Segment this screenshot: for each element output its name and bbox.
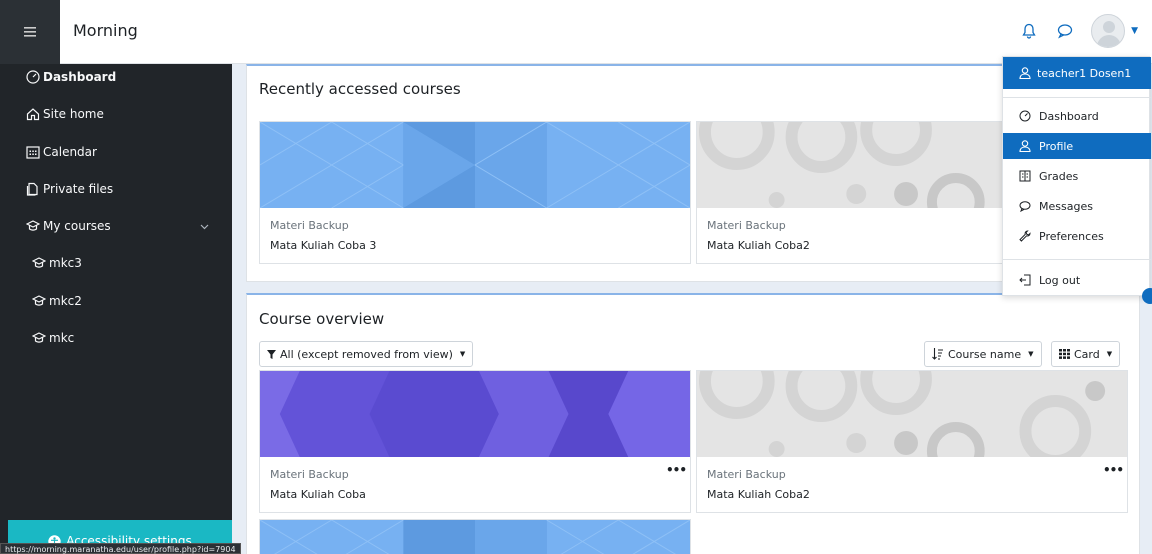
user-menu-header[interactable]: teacher1 Dosen1 bbox=[1003, 57, 1151, 89]
user-icon bbox=[1019, 140, 1031, 152]
user-name: teacher1 Dosen1 bbox=[1037, 66, 1132, 80]
logout-icon bbox=[1019, 274, 1031, 286]
course-card[interactable]: Materi Backup Mata Kuliah Coba ••• bbox=[259, 370, 691, 513]
hamburger-icon bbox=[24, 27, 36, 37]
sort-label: Course name bbox=[948, 347, 1022, 361]
wrench-icon bbox=[1019, 230, 1031, 242]
chevron-down-icon: ▼ bbox=[459, 350, 466, 358]
sidebar-item-dashboard[interactable]: Dashboard bbox=[26, 65, 116, 89]
bell-icon bbox=[1022, 23, 1036, 39]
top-navbar: Morning ▼ bbox=[0, 0, 1152, 64]
course-name-link[interactable]: Mata Kuliah Coba 3 bbox=[270, 239, 376, 252]
sidebar-item-calendar[interactable]: Calendar bbox=[26, 140, 97, 164]
more-options-icon[interactable]: ••• bbox=[1103, 463, 1124, 477]
menu-item-dashboard[interactable]: Dashboard bbox=[1003, 103, 1151, 129]
chevron-down-icon[interactable] bbox=[200, 224, 209, 230]
sort-dropdown[interactable]: Course name ▼ bbox=[924, 341, 1042, 367]
course-image bbox=[697, 371, 1127, 457]
course-name-link[interactable]: Mata Kuliah Coba2 bbox=[707, 239, 810, 252]
user-menu-dropdown: teacher1 Dosen1 Dashboard Profile Grades… bbox=[1002, 56, 1151, 296]
messages-button[interactable] bbox=[1055, 21, 1075, 41]
avatar-head bbox=[1103, 21, 1116, 33]
home-icon bbox=[26, 108, 40, 121]
graduation-cap-icon bbox=[32, 257, 46, 268]
course-category: Materi Backup bbox=[707, 219, 786, 232]
view-mode-label: Card bbox=[1074, 347, 1100, 361]
filter-icon bbox=[267, 349, 276, 359]
sidebar-item-mkc3[interactable]: mkc3 bbox=[32, 251, 82, 275]
menu-item-label: Profile bbox=[1039, 139, 1074, 153]
course-card[interactable]: Materi Backup Mata Kuliah Coba 3 bbox=[259, 121, 691, 264]
sort-icon bbox=[932, 348, 943, 360]
sidebar-item-mkc[interactable]: mkc bbox=[32, 326, 74, 350]
scroll-handle[interactable] bbox=[1142, 288, 1152, 304]
chevron-down-icon: ▼ bbox=[1028, 350, 1034, 358]
notifications-button[interactable] bbox=[1019, 21, 1039, 41]
course-image bbox=[260, 520, 690, 554]
course-card[interactable]: Materi Backup Mata Kuliah Coba2 ••• bbox=[696, 370, 1128, 513]
filter-label: All (except removed from view) bbox=[280, 347, 453, 361]
sidebar-item-label: Calendar bbox=[43, 145, 97, 159]
course-category: Materi Backup bbox=[270, 219, 349, 232]
sidebar-item-label: mkc bbox=[49, 331, 75, 345]
course-category: Materi Backup bbox=[707, 468, 786, 481]
course-image bbox=[260, 122, 690, 208]
avatar-body bbox=[1097, 35, 1122, 47]
status-bar-url: https://morning.maranatha.edu/user/profi… bbox=[0, 543, 241, 554]
gauge-icon bbox=[26, 70, 40, 84]
menu-item-grades[interactable]: Grades bbox=[1003, 163, 1151, 189]
sidebar-item-private-files[interactable]: Private files bbox=[26, 177, 113, 201]
sidebar-item-label: mkc2 bbox=[49, 294, 82, 308]
sidebar: Dashboard Site home Calendar Private fil… bbox=[0, 64, 232, 554]
chevron-down-icon[interactable]: ▼ bbox=[1131, 26, 1138, 36]
divider bbox=[1003, 259, 1151, 260]
chevron-down-icon: ▼ bbox=[1106, 350, 1113, 358]
menu-item-logout[interactable]: Log out bbox=[1003, 267, 1151, 293]
course-overview-title: Course overview bbox=[259, 310, 385, 328]
graduation-cap-icon bbox=[32, 295, 46, 306]
recent-courses-title: Recently accessed courses bbox=[259, 80, 461, 98]
more-options-icon[interactable]: ••• bbox=[666, 463, 687, 477]
sidebar-item-label: My courses bbox=[43, 219, 111, 233]
course-image bbox=[260, 371, 690, 457]
sidebar-item-site-home[interactable]: Site home bbox=[26, 102, 104, 126]
site-title[interactable]: Morning bbox=[73, 21, 138, 40]
sidebar-item-label: mkc3 bbox=[49, 256, 82, 270]
sidebar-item-label: Site home bbox=[43, 107, 104, 121]
chat-bubble-icon bbox=[1019, 201, 1031, 212]
user-icon bbox=[1019, 67, 1031, 79]
grouping-filter-dropdown[interactable]: All (except removed from view) ▼ bbox=[259, 341, 474, 367]
sidebar-item-label: Dashboard bbox=[43, 70, 117, 84]
calendar-icon bbox=[26, 146, 40, 159]
menu-item-profile[interactable]: Profile bbox=[1003, 133, 1151, 159]
gauge-icon bbox=[1019, 110, 1031, 122]
grid-icon bbox=[1059, 349, 1070, 359]
menu-item-label: Preferences bbox=[1039, 229, 1104, 243]
menu-item-label: Log out bbox=[1039, 273, 1081, 287]
graduation-cap-icon bbox=[26, 220, 40, 231]
sidebar-item-my-courses[interactable]: My courses bbox=[26, 214, 111, 238]
divider bbox=[1003, 97, 1151, 98]
menu-toggle-button[interactable] bbox=[0, 0, 60, 64]
files-icon bbox=[26, 182, 38, 196]
view-mode-dropdown[interactable]: Card ▼ bbox=[1051, 341, 1121, 367]
menu-item-label: Grades bbox=[1039, 169, 1079, 183]
course-overview-block: Course overview All (except removed from… bbox=[246, 293, 1140, 554]
course-name-link[interactable]: Mata Kuliah Coba2 bbox=[707, 488, 810, 501]
sidebar-item-label: Private files bbox=[43, 182, 114, 196]
menu-item-messages[interactable]: Messages bbox=[1003, 193, 1151, 219]
course-card[interactable] bbox=[259, 519, 691, 554]
menu-item-label: Dashboard bbox=[1039, 109, 1099, 123]
graduation-cap-icon bbox=[32, 332, 46, 343]
chat-bubble-icon bbox=[1057, 24, 1073, 39]
user-avatar[interactable] bbox=[1091, 14, 1126, 48]
menu-item-preferences[interactable]: Preferences bbox=[1003, 223, 1151, 249]
course-category: Materi Backup bbox=[270, 468, 349, 481]
sidebar-item-mkc2[interactable]: mkc2 bbox=[32, 289, 82, 313]
menu-item-label: Messages bbox=[1039, 199, 1093, 213]
grades-icon bbox=[1019, 170, 1031, 182]
course-name-link[interactable]: Mata Kuliah Coba bbox=[270, 488, 366, 501]
